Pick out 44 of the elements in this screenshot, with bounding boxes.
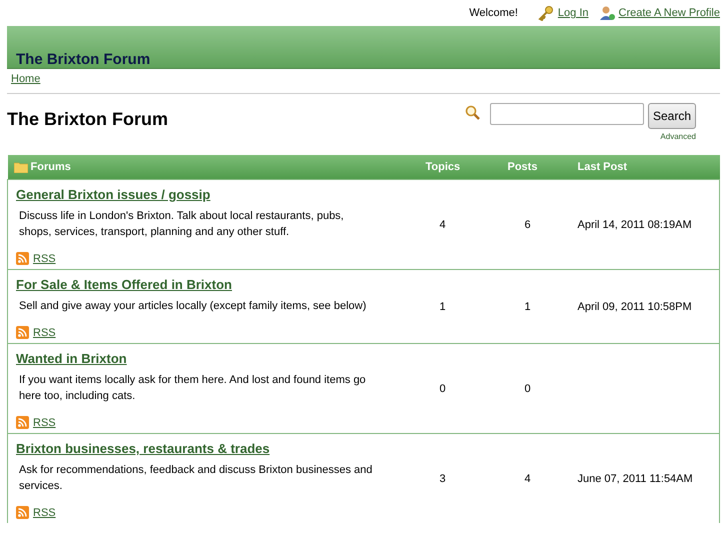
create-profile-link[interactable]: Create A New Profile [618, 7, 720, 19]
rss-link[interactable]: RSS [33, 252, 56, 264]
forum-description: If you want items locally ask for them here. And lost and found items go here too, including cats. [19, 373, 367, 404]
topic-count: 0 [439, 382, 446, 394]
search-field[interactable] [490, 103, 644, 125]
forum-title-link[interactable]: General Brixton issues / gossip [16, 187, 210, 202]
topic-count: 3 [439, 472, 446, 484]
post-count: 0 [524, 382, 531, 394]
last-post-date: June 07, 2011 11:54AM [578, 472, 693, 484]
column-header: Topics [426, 161, 460, 173]
user-icon [598, 5, 614, 21]
post-count: 6 [524, 218, 531, 230]
forum-description: Sell and give away your articles locally (except family items, see below) [19, 299, 368, 314]
topic-count: 4 [439, 218, 446, 230]
column-header: Last Post [578, 161, 628, 173]
last-post-date: April 09, 2011 10:58PM [578, 300, 692, 312]
search-button[interactable]: Search [648, 103, 696, 129]
rss-icon [16, 326, 29, 339]
column-header: Posts [508, 161, 538, 173]
column-header: Forums [30, 161, 71, 173]
rss-link[interactable]: RSS [33, 326, 56, 338]
login-link[interactable]: Log In [558, 7, 588, 19]
breadcrumb-link[interactable]: Home [11, 73, 40, 85]
post-count: 1 [524, 300, 531, 312]
rss-icon [16, 506, 29, 519]
forum-title-link[interactable]: Wanted in Brixton [16, 351, 127, 366]
post-count: 4 [524, 472, 531, 484]
rss-link[interactable]: RSS [33, 506, 56, 518]
advanced-search-link[interactable]: Advanced [660, 132, 696, 141]
banner-title: The Brixton Forum [16, 51, 150, 68]
forum-title-link[interactable]: For Sale & Items Offered in Brixton [16, 277, 232, 292]
page-title: The Brixton Forum [7, 109, 168, 130]
forum-description: Discuss life in London's Brixton. Talk about local restaurants, pubs, shops, services, transport, planning and any other stuff. [19, 209, 345, 240]
search-icon [464, 105, 481, 121]
key-icon [538, 5, 554, 21]
forum-title-link[interactable]: Brixton businesses, restaurants & trades [16, 441, 270, 456]
rss-link[interactable]: RSS [33, 416, 56, 428]
welcome-text: Welcome! [469, 7, 518, 19]
folder-icon [14, 161, 28, 173]
rss-icon [16, 416, 29, 429]
topic-count: 1 [439, 300, 446, 312]
forum-description: Ask for recommendations, feedback and discuss Brixton businesses and services. [19, 463, 374, 494]
last-post-date: April 14, 2011 08:19AM [578, 218, 692, 230]
rss-icon [16, 252, 29, 265]
